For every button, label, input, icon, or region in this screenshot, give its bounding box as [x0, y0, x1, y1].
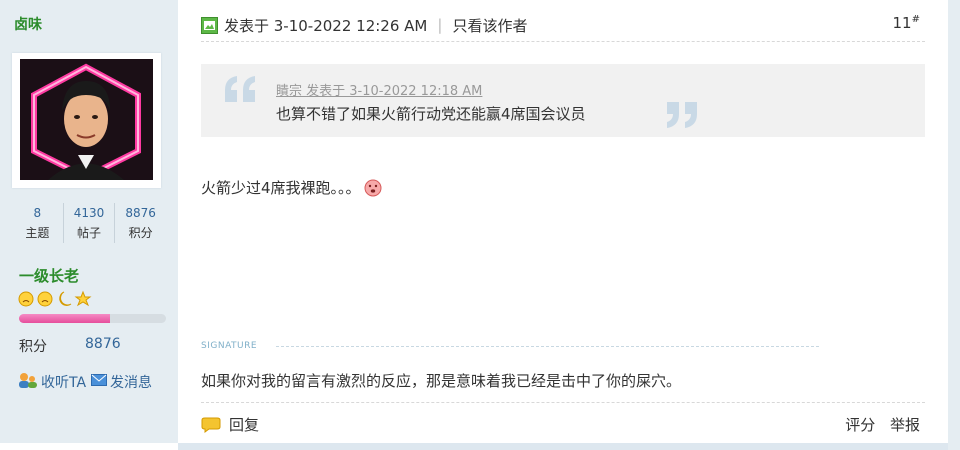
signature-label: SIGNATURE [201, 341, 258, 351]
stat-posts-label: 帖子 [77, 226, 102, 240]
message-icon[interactable] [91, 374, 108, 390]
header-separator: | [437, 16, 443, 34]
stat-posts-count: 4130 [73, 206, 105, 220]
avatar-image [20, 59, 153, 180]
stat-threads[interactable]: 8 主题 [12, 203, 63, 243]
level-progress-bar [19, 314, 166, 323]
reply-button[interactable]: 回复 [201, 414, 259, 435]
post-header: 发表于 3-10-2022 12:26 AM | 只看该作者 [201, 14, 920, 36]
quote-meta[interactable]: 瞶宗 发表于 3-10-2022 12:18 AM [276, 80, 482, 99]
follow-link[interactable]: 收听TA [41, 372, 86, 392]
post-body: 火箭少过4席我裸跑。。。 [201, 177, 382, 198]
sidebar-bottom-strip [0, 443, 178, 450]
header-divider [201, 41, 925, 42]
signature-divider [276, 346, 819, 347]
right-gutter [948, 0, 960, 450]
footer-divider [201, 402, 925, 403]
quote-block: 瞶宗 发表于 3-10-2022 12:18 AM 也算不错了如果火箭行动党还能… [201, 64, 925, 137]
rank-icons [18, 290, 94, 312]
level-progress-fill [19, 314, 111, 323]
reply-icon [201, 417, 221, 433]
floor-mark: # [911, 14, 920, 25]
username-link[interactable]: 卤味 [14, 14, 42, 34]
emoji-icon [364, 179, 382, 197]
stat-points-count: 8876 [125, 206, 156, 220]
only-author-link[interactable]: 只看该作者 [452, 15, 527, 36]
user-actions: 收听TA 发消息 [18, 372, 155, 392]
stat-threads-label: 主题 [25, 226, 50, 240]
report-link[interactable]: 举报 [890, 416, 920, 434]
post-timestamp: 发表于 3-10-2022 12:26 AM [224, 16, 428, 35]
points-label: 积分 [19, 339, 47, 355]
post-divider [178, 443, 948, 450]
user-sidebar: 卤味 8 主题 4130 帖子 8876 积分 一级长老 积分 8876 收听T… [0, 0, 178, 450]
user-rank[interactable]: 一级长老 [19, 265, 79, 286]
signature-text: 如果你对我的留言有激烈的反应，那是意味着我已经是击中了你的屎穴。 [201, 372, 682, 390]
quote-text: 也算不错了如果火箭行动党还能赢4席国会议员 [276, 105, 586, 123]
stat-threads-count: 8 [33, 206, 42, 220]
follow-icon[interactable] [18, 372, 38, 392]
floor-number-value: 11 [892, 14, 912, 32]
close-quote-icon [667, 102, 697, 128]
rate-link[interactable]: 评分 [845, 416, 875, 434]
avatar[interactable] [12, 53, 161, 188]
stat-posts[interactable]: 4130 帖子 [62, 203, 115, 243]
open-quote-icon [225, 76, 255, 102]
stat-points-label: 积分 [128, 226, 153, 240]
level-stars-icon [18, 290, 92, 307]
post-body-text: 火箭少过4席我裸跑。。。 [201, 179, 361, 197]
send-message-link[interactable]: 发消息 [110, 372, 152, 392]
floor-number[interactable]: 11# [893, 14, 920, 32]
points-value: 8876 [85, 336, 121, 352]
reply-label: 回复 [229, 416, 260, 434]
user-stats: 8 主题 4130 帖子 8876 积分 [12, 203, 166, 243]
online-status-icon [201, 16, 218, 34]
stat-points[interactable]: 8876 积分 [114, 203, 166, 243]
post-actions: 评分 举报 [845, 414, 920, 435]
